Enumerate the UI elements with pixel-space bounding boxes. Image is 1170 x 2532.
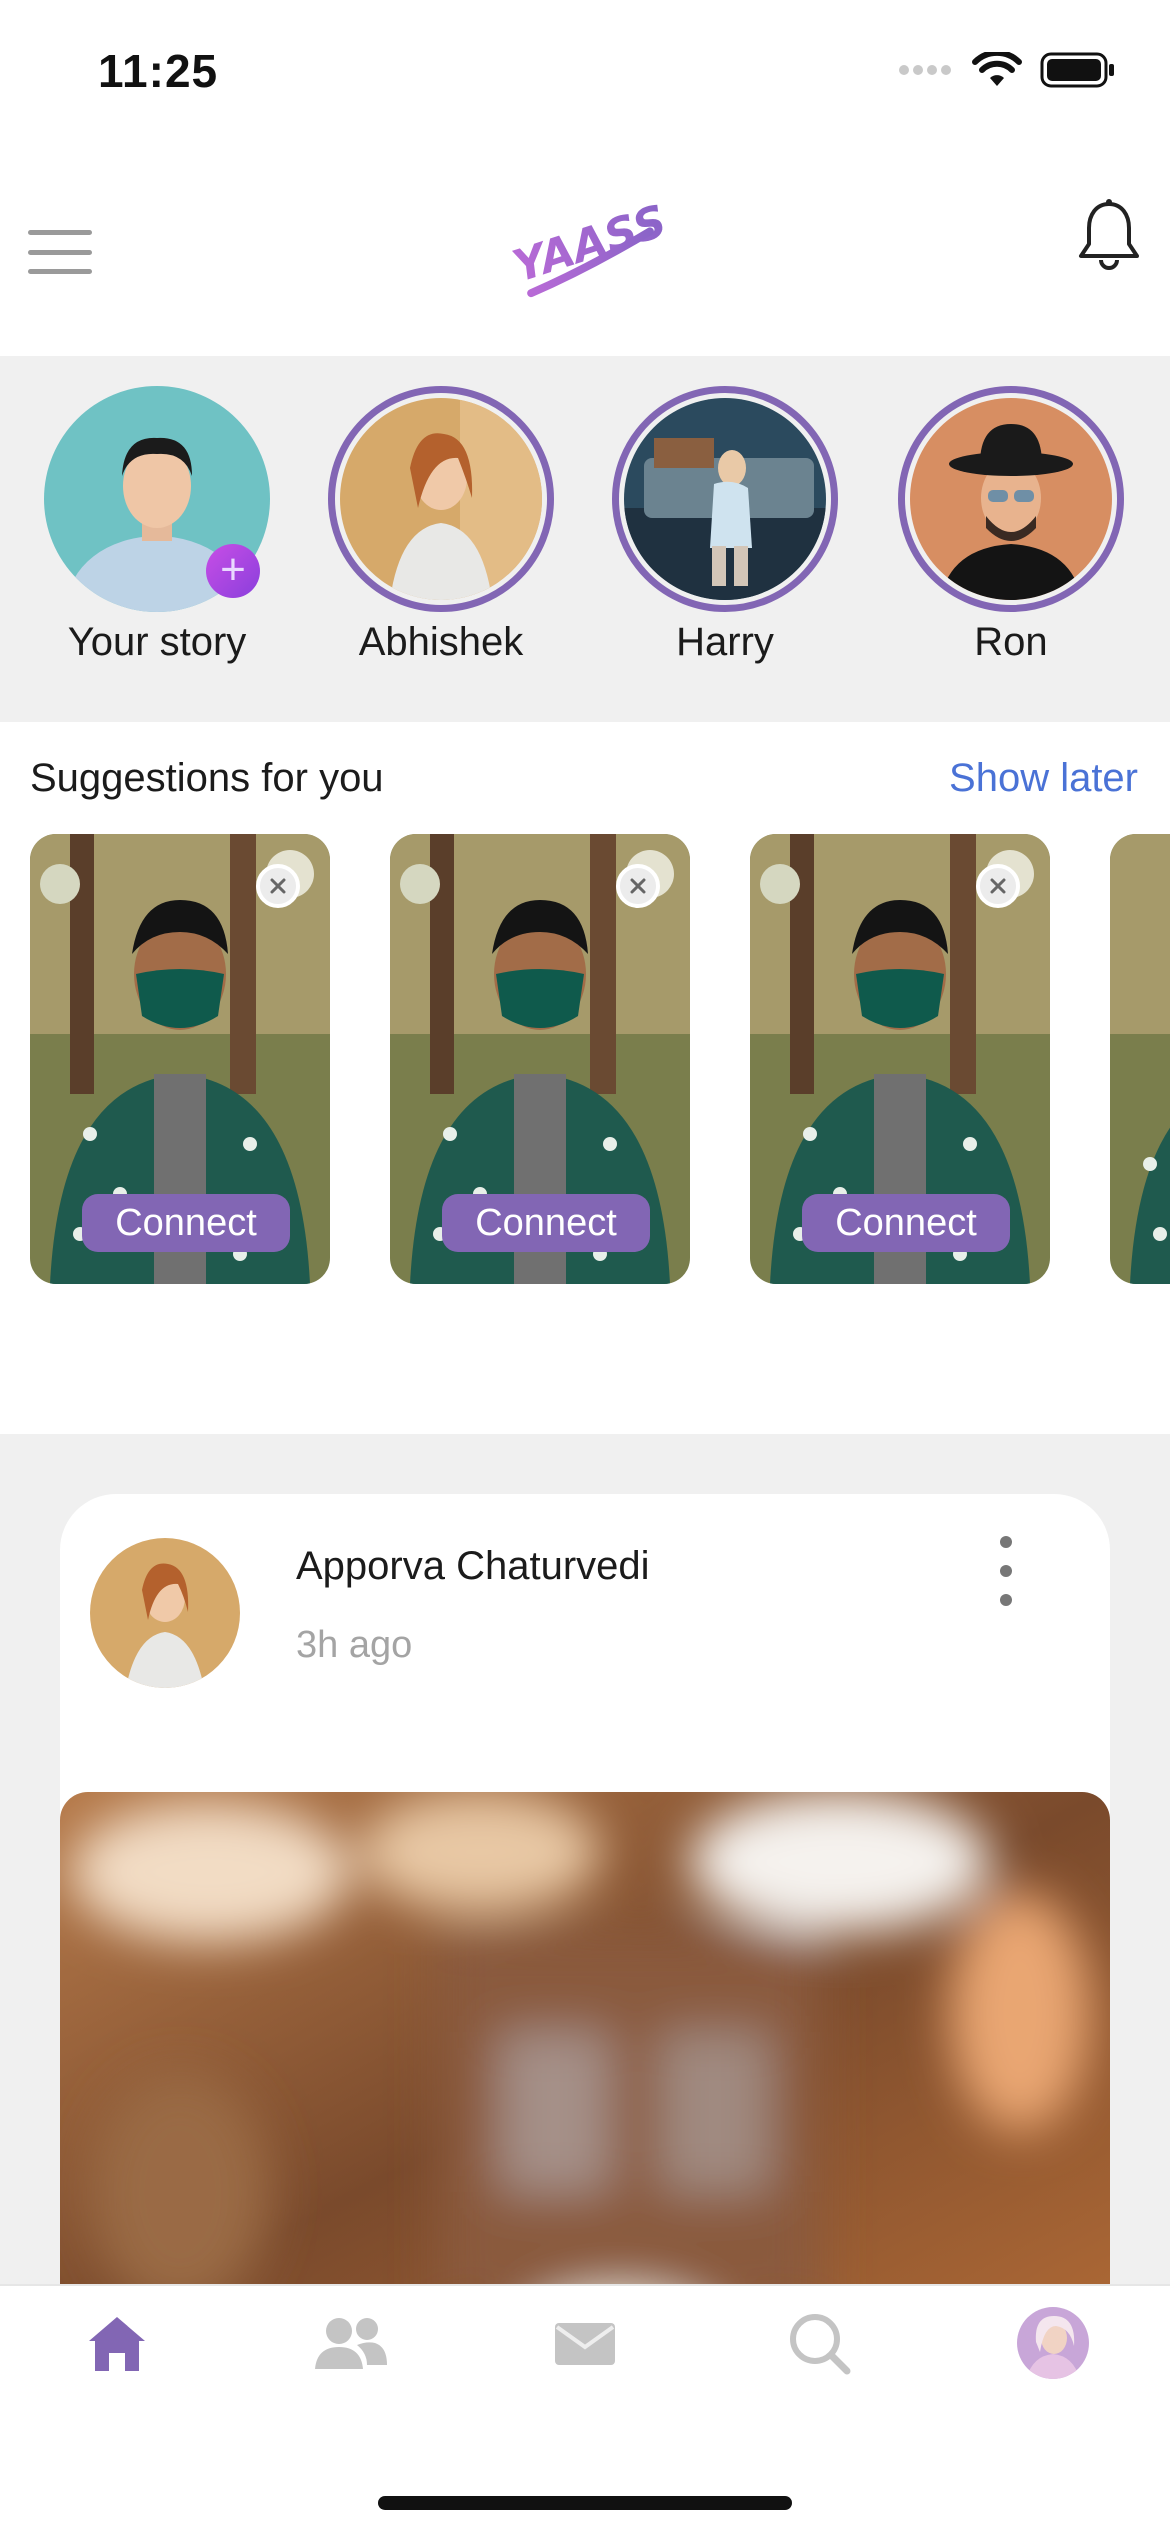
suggestions-title: Suggestions for you: [30, 756, 384, 800]
story-name: Ron: [974, 620, 1048, 664]
bottom-tab-bar: [0, 2284, 1170, 2532]
stories-row: + Your story Abhishek Harry Ron: [0, 356, 1170, 722]
story-name: Abhishek: [358, 620, 524, 664]
post-timestamp: 3h ago: [296, 1624, 413, 1666]
avatar: [910, 398, 1112, 600]
profile-avatar: [1017, 2307, 1089, 2379]
connect-button[interactable]: Connect: [802, 1194, 1010, 1252]
story-harry[interactable]: Harry: [610, 386, 840, 665]
story-ring: [898, 386, 1124, 612]
suggestion-card-partial[interactable]: [1110, 834, 1170, 1284]
tab-search[interactable]: [774, 2298, 864, 2388]
avatar: [624, 398, 826, 600]
mail-icon: [555, 2323, 615, 2365]
hamburger-menu-icon: [28, 230, 92, 235]
feed: Apporva Chaturvedi 3h ago: [0, 1434, 1170, 2284]
tab-people[interactable]: [306, 2298, 396, 2388]
tab-profile[interactable]: [1008, 2298, 1098, 2388]
tab-messages[interactable]: [540, 2298, 630, 2388]
story-ring: [612, 386, 838, 612]
post-image[interactable]: [60, 1792, 1110, 2284]
wifi-icon: [972, 52, 1022, 86]
story-name: Your story: [67, 620, 247, 664]
story-ron[interactable]: Ron: [896, 386, 1126, 665]
connect-button[interactable]: Connect: [442, 1194, 650, 1252]
search-icon: [790, 2314, 851, 2375]
menu-button[interactable]: [28, 230, 92, 274]
show-later-link[interactable]: Show later: [949, 756, 1138, 801]
battery-icon: [1040, 52, 1114, 88]
suggestions-section: Suggestions for you Show later Connect C…: [0, 722, 1170, 1434]
dismiss-suggestion-button[interactable]: [256, 864, 300, 908]
story-name: Harry: [676, 620, 774, 664]
tab-home[interactable]: [72, 2298, 162, 2388]
dot: [1000, 1565, 1012, 1577]
add-story-icon[interactable]: +: [206, 544, 260, 598]
bell-icon[interactable]: [1076, 198, 1142, 274]
suggestion-photo: [1110, 834, 1170, 1284]
post-author-avatar[interactable]: [90, 1538, 240, 1688]
dismiss-suggestion-button[interactable]: [616, 864, 660, 908]
status-icons: [898, 52, 1116, 88]
app-logo: YAASS: [507, 196, 670, 298]
home-indicator: [378, 2496, 792, 2510]
dot: [1000, 1594, 1012, 1606]
home-icon: [89, 2317, 145, 2371]
signal-icon: [899, 65, 951, 75]
dismiss-suggestion-button[interactable]: [976, 864, 1020, 908]
close-icon: [990, 878, 1006, 894]
story-ring: +: [44, 386, 270, 612]
suggestion-card[interactable]: Connect: [750, 834, 1050, 1284]
story-abhishek[interactable]: Abhishek: [326, 386, 556, 665]
close-icon: [630, 878, 646, 894]
status-bar: 11:25: [0, 0, 1170, 150]
avatar: [340, 398, 542, 600]
people-icon: [315, 2318, 387, 2369]
status-time: 11:25: [98, 45, 219, 97]
story-ring: [328, 386, 554, 612]
app-header: YAASS: [0, 150, 1170, 356]
suggestion-card[interactable]: Connect: [390, 834, 690, 1284]
story-your-story[interactable]: + Your story: [42, 386, 272, 665]
close-icon: [270, 878, 286, 894]
dot: [1000, 1536, 1012, 1548]
post-card: Apporva Chaturvedi 3h ago: [60, 1494, 1110, 2284]
more-options-icon[interactable]: [986, 1536, 1026, 1606]
svg-text:YAASS: YAASS: [507, 196, 670, 293]
suggestion-card[interactable]: Connect: [30, 834, 330, 1284]
post-author-name[interactable]: Apporva Chaturvedi: [296, 1544, 650, 1589]
hamburger-line: [28, 269, 92, 274]
suggestions-carousel[interactable]: Connect Connect Connect: [30, 834, 1170, 1286]
hamburger-line: [28, 249, 92, 255]
connect-button[interactable]: Connect: [82, 1194, 290, 1252]
